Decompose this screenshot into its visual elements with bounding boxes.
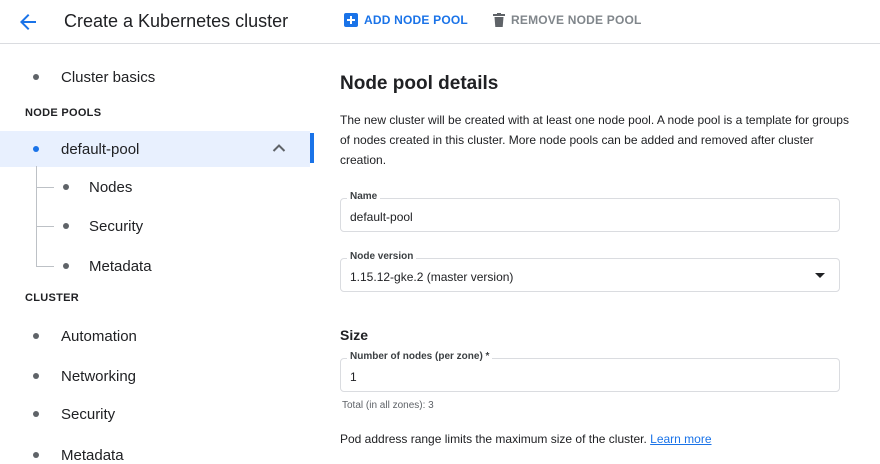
top-bar: Create a Kubernetes cluster ADD NODE POO… (0, 0, 880, 44)
sidebar-item-label: Cluster basics (61, 68, 156, 86)
bullet-icon (63, 184, 69, 190)
node-version-select[interactable]: Node version 1.15.12-gke.2 (master versi… (340, 251, 840, 292)
size-heading: Size (340, 327, 369, 343)
trash-icon (493, 13, 505, 27)
nodes-hint-text: Total (in all zones): 3 (342, 400, 434, 411)
bullet-icon (63, 263, 69, 269)
add-node-pool-button[interactable]: ADD NODE POOL (344, 13, 468, 27)
bullet-icon (63, 223, 69, 229)
selection-indicator (310, 133, 314, 163)
number-of-nodes-label: Number of nodes (per zone) * (347, 351, 493, 362)
sidebar-item-label: Networking (61, 367, 137, 385)
back-arrow-icon[interactable] (16, 10, 40, 34)
bullet-icon (33, 373, 39, 379)
add-node-pool-label: ADD NODE POOL (364, 13, 468, 27)
number-of-nodes-value: 1 (350, 370, 357, 384)
description-text: The new cluster will be created with at … (340, 113, 849, 167)
sidebar-item-label: Nodes (89, 178, 133, 196)
dropdown-arrow-icon (815, 273, 825, 278)
name-field-label: Name (347, 191, 381, 202)
sidebar-item-label: Security (61, 405, 116, 423)
node-version-label: Node version (347, 251, 417, 262)
bullet-icon (33, 411, 39, 417)
sidebar-item-label: Security (89, 217, 144, 235)
sidebar-item-pool-security[interactable]: Security (0, 208, 300, 244)
sidebar-item-cluster-basics[interactable]: Cluster basics (0, 59, 300, 95)
bullet-icon (33, 146, 39, 152)
bullet-icon (33, 74, 39, 80)
sidebar-item-label: Automation (61, 327, 137, 345)
section-header-node-pools: NODE POOLS (25, 107, 102, 119)
pod-address-label: Pod address range limits the maximum siz… (340, 432, 647, 446)
sidebar-item-label: Metadata (89, 257, 152, 275)
pod-address-text: Pod address range limits the maximum siz… (340, 432, 712, 446)
node-version-value: 1.15.12-gke.2 (master version) (350, 270, 514, 284)
sidebar-nav: Cluster basics NODE POOLS default-pool N… (0, 45, 316, 464)
sidebar-item-nodes[interactable]: Nodes (0, 169, 300, 205)
name-field-value: default-pool (350, 210, 413, 224)
section-header-cluster: CLUSTER (25, 292, 80, 304)
sidebar-item-cluster-metadata[interactable]: Metadata (0, 437, 300, 464)
sidebar-item-automation[interactable]: Automation (0, 318, 300, 354)
remove-node-pool-button[interactable]: REMOVE NODE POOL (493, 13, 642, 27)
section-heading: Node pool details (340, 73, 499, 94)
add-box-icon (344, 13, 358, 27)
chevron-up-icon[interactable] (272, 143, 286, 153)
sidebar-item-cluster-security[interactable]: Security (0, 396, 300, 432)
page-title: Create a Kubernetes cluster (64, 11, 289, 31)
remove-node-pool-label: REMOVE NODE POOL (511, 13, 642, 27)
name-field[interactable]: Name default-pool (340, 191, 840, 232)
number-of-nodes-field[interactable]: Number of nodes (per zone) * 1 (340, 351, 840, 392)
learn-more-link[interactable]: Learn more (650, 432, 711, 446)
sidebar-item-label: Metadata (61, 446, 124, 464)
sidebar-item-networking[interactable]: Networking (0, 358, 300, 394)
bullet-icon (33, 333, 39, 339)
sidebar-item-label: default-pool (61, 140, 140, 158)
bullet-icon (33, 452, 39, 458)
sidebar-item-default-pool[interactable]: default-pool (0, 131, 310, 167)
sidebar-item-pool-metadata[interactable]: Metadata (0, 248, 300, 284)
